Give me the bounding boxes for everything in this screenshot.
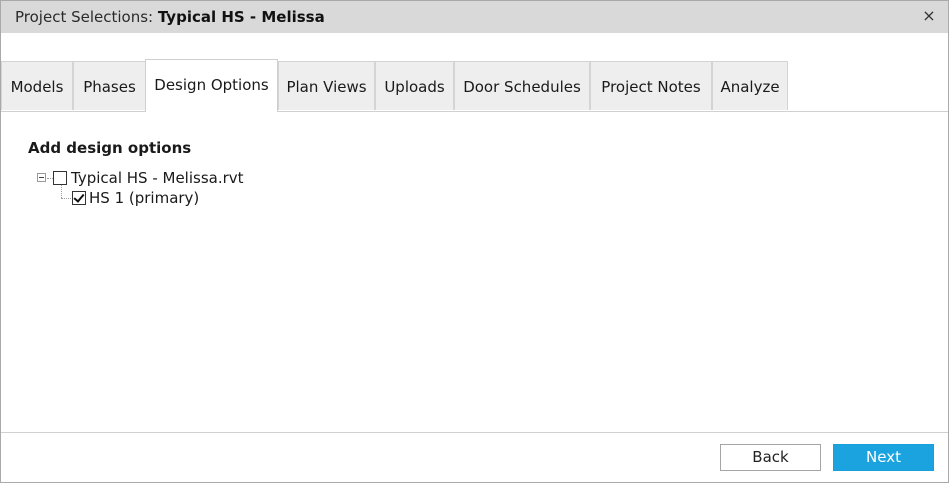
next-button[interactable]: Next: [833, 444, 934, 471]
tab-analyze[interactable]: Analyze: [712, 61, 788, 110]
footer-divider: [1, 432, 948, 433]
back-button[interactable]: Back: [720, 444, 821, 471]
tab-design-options[interactable]: Design Options: [145, 59, 278, 112]
tree-node-child-label: HS 1 (primary): [89, 189, 200, 207]
window-title-prefix: Project Selections:: [15, 8, 158, 26]
tab-models[interactable]: Models: [1, 61, 73, 110]
tab-phases[interactable]: Phases: [73, 61, 146, 110]
title-bar: Project Selections: Typical HS - Melissa…: [1, 1, 948, 33]
tab-plan-views[interactable]: Plan Views: [278, 61, 375, 110]
tab-uploads[interactable]: Uploads: [375, 61, 454, 110]
window-title: Project Selections: Typical HS - Melissa: [15, 8, 325, 26]
tab-strip: Models Phases Design Options Plan Views …: [1, 59, 948, 112]
checkbox-root-model[interactable]: [53, 171, 67, 185]
tab-door-schedules[interactable]: Door Schedules: [454, 61, 590, 110]
tree-connector: [61, 198, 71, 199]
tree-node-root-label: Typical HS - Melissa.rvt: [71, 169, 244, 187]
close-icon[interactable]: ×: [920, 6, 938, 26]
tab-project-notes[interactable]: Project Notes: [590, 61, 712, 110]
design-options-panel: Add design options Typical HS - Melissa.…: [1, 112, 948, 431]
collapse-toggle-icon[interactable]: [37, 173, 46, 182]
project-selections-dialog: Project Selections: Typical HS - Melissa…: [0, 0, 949, 483]
window-title-project: Typical HS - Melissa: [157, 8, 325, 26]
checkbox-hs1-primary[interactable]: [72, 191, 86, 205]
tree-connector: [61, 185, 62, 198]
section-title: Add design options: [28, 139, 192, 157]
